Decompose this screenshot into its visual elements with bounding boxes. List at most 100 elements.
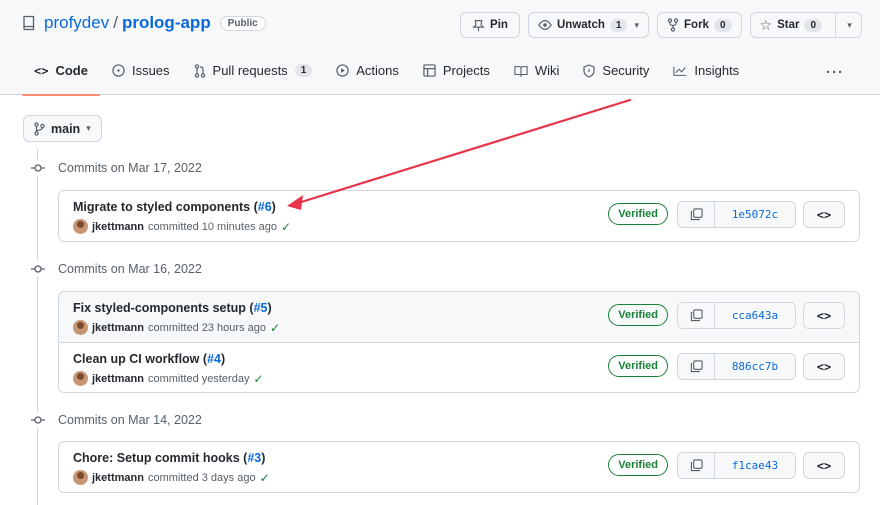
check-icon[interactable]: ✓ <box>260 471 270 485</box>
code-icon: <> <box>34 63 49 78</box>
check-icon[interactable]: ✓ <box>281 220 291 234</box>
pr-link[interactable]: #4 <box>207 352 221 366</box>
browse-files-button[interactable]: <> <box>803 201 845 228</box>
commit-group: Fix styled-components setup (#5) jkettma… <box>58 291 860 393</box>
verified-badge[interactable]: Verified <box>608 355 668 377</box>
browse-files-button[interactable]: <> <box>803 353 845 380</box>
commit-sha-link[interactable]: 1e5072c <box>715 202 795 227</box>
commit-title[interactable]: Migrate to styled components (#6) <box>73 200 276 214</box>
pin-label: Pin <box>490 19 508 31</box>
chevron-down-icon: ▾ <box>847 19 852 30</box>
tab-label: Wiki <box>534 63 560 78</box>
day-heading: Commits on Mar 14, 2022 <box>30 412 202 428</box>
repo-owner-link[interactable]: profydev <box>44 13 109 33</box>
avatar[interactable] <box>73 371 88 386</box>
avatar[interactable] <box>73 320 88 335</box>
star-count: 0 <box>804 18 822 32</box>
copy-icon <box>690 459 703 472</box>
sha-button-group: cca643a <box>677 302 796 329</box>
day-heading-text: Commits on Mar 17, 2022 <box>58 161 202 175</box>
pr-link[interactable]: #3 <box>247 451 261 465</box>
verified-badge[interactable]: Verified <box>608 454 668 476</box>
commit-meta: jkettmann committed 10 minutes ago ✓ <box>73 219 291 234</box>
check-icon[interactable]: ✓ <box>270 321 280 335</box>
tab-issues[interactable]: Issues <box>100 56 182 91</box>
commit-sha-link[interactable]: f1cae43 <box>715 453 795 478</box>
chevron-down-icon: ▾ <box>86 123 91 133</box>
avatar[interactable] <box>73 219 88 234</box>
unwatch-button[interactable]: Unwatch 1 ▾ <box>528 12 650 38</box>
more-menu-button[interactable]: ··· <box>826 64 844 81</box>
commit-group: Migrate to styled components (#6) jkettm… <box>58 190 860 242</box>
visibility-badge: Public <box>219 15 266 31</box>
commit-node-icon <box>30 160 46 176</box>
commit-meta: jkettmann committed 3 days ago ✓ <box>73 470 270 485</box>
graph-icon <box>673 66 687 76</box>
copy-icon <box>690 309 703 322</box>
commit-sha-link[interactable]: 886cc7b <box>715 354 795 379</box>
pin-button[interactable]: Pin <box>460 12 520 38</box>
star-label: Star <box>777 19 800 31</box>
commit-title[interactable]: Clean up CI workflow (#4) <box>73 352 225 366</box>
tab-insights[interactable]: Insights <box>661 56 751 91</box>
commit-title[interactable]: Fix styled-components setup (#5) <box>73 301 272 315</box>
star-button[interactable]: ☆ Star 0 ▾ <box>749 12 862 38</box>
tab-label: Code <box>55 63 88 78</box>
tab-wiki[interactable]: Wiki <box>502 56 572 91</box>
pin-icon <box>472 19 485 31</box>
repo-header: profydev / prolog-app Public Pin Unwatch… <box>0 0 880 96</box>
copy-sha-button[interactable] <box>678 202 715 227</box>
repo-icon <box>23 15 35 31</box>
tab-label: Security <box>602 63 650 78</box>
avatar[interactable] <box>73 470 88 485</box>
table-icon <box>423 64 436 77</box>
commit-row: Chore: Setup commit hooks (#3) jkettmann… <box>59 442 859 492</box>
browse-files-button[interactable]: <> <box>803 302 845 329</box>
tab-actions[interactable]: Actions <box>324 56 411 91</box>
author-link[interactable]: jkettmann <box>92 373 144 385</box>
commit-meta: jkettmann committed 23 hours ago ✓ <box>73 320 280 335</box>
browse-files-button[interactable]: <> <box>803 452 845 479</box>
shield-icon <box>583 63 596 78</box>
repo-name-link[interactable]: prolog-app <box>122 13 211 33</box>
check-icon[interactable]: ✓ <box>253 372 263 386</box>
sha-button-group: f1cae43 <box>677 452 796 479</box>
tab-security[interactable]: Security <box>571 56 661 91</box>
chevron-down-icon: ▾ <box>634 19 640 30</box>
eye-icon <box>538 20 552 30</box>
tab-label: Issues <box>131 63 170 78</box>
tab-label: Pull requests <box>212 63 288 78</box>
copy-sha-button[interactable] <box>678 303 715 328</box>
commit-row: Clean up CI workflow (#4) jkettmann comm… <box>59 342 859 392</box>
fork-button[interactable]: Fork 0 <box>657 12 742 38</box>
commit-node-icon <box>30 412 46 428</box>
verified-badge[interactable]: Verified <box>608 203 668 225</box>
commit-sha-link[interactable]: cca643a <box>715 303 795 328</box>
unwatch-count: 1 <box>609 18 628 32</box>
repo-title: profydev / prolog-app Public <box>22 13 266 33</box>
copy-sha-button[interactable] <box>678 453 715 478</box>
verified-badge[interactable]: Verified <box>608 304 668 326</box>
day-heading-text: Commits on Mar 16, 2022 <box>58 262 202 276</box>
author-link[interactable]: jkettmann <box>92 472 144 484</box>
author-link[interactable]: jkettmann <box>92 322 144 334</box>
sha-button-group: 886cc7b <box>677 353 796 380</box>
commit-node-icon <box>30 261 46 277</box>
tab-label: Actions <box>356 63 399 78</box>
commit-time: committed 3 days ago <box>147 471 256 484</box>
fork-icon <box>667 18 679 32</box>
tab-pull-requests[interactable]: Pull requests 1 <box>182 56 325 91</box>
pr-link[interactable]: #5 <box>254 301 268 315</box>
tab-code[interactable]: <> Code <box>22 56 100 96</box>
commit-title[interactable]: Chore: Setup commit hooks (#3) <box>73 451 265 465</box>
star-dropdown-button[interactable]: ▾ <box>835 13 861 37</box>
play-icon <box>336 64 349 77</box>
copy-sha-button[interactable] <box>678 354 715 379</box>
author-link[interactable]: jkettmann <box>92 221 144 233</box>
branch-select-button[interactable]: main ▾ <box>23 115 102 142</box>
repo-separator: / <box>113 13 118 32</box>
repo-actions: Pin Unwatch 1 ▾ Fork 0 ☆ Star 0 ▾ <box>460 12 862 38</box>
pr-link[interactable]: #6 <box>258 200 272 214</box>
tab-projects[interactable]: Projects <box>411 56 502 91</box>
commit-meta: jkettmann committed yesterday ✓ <box>73 371 264 386</box>
